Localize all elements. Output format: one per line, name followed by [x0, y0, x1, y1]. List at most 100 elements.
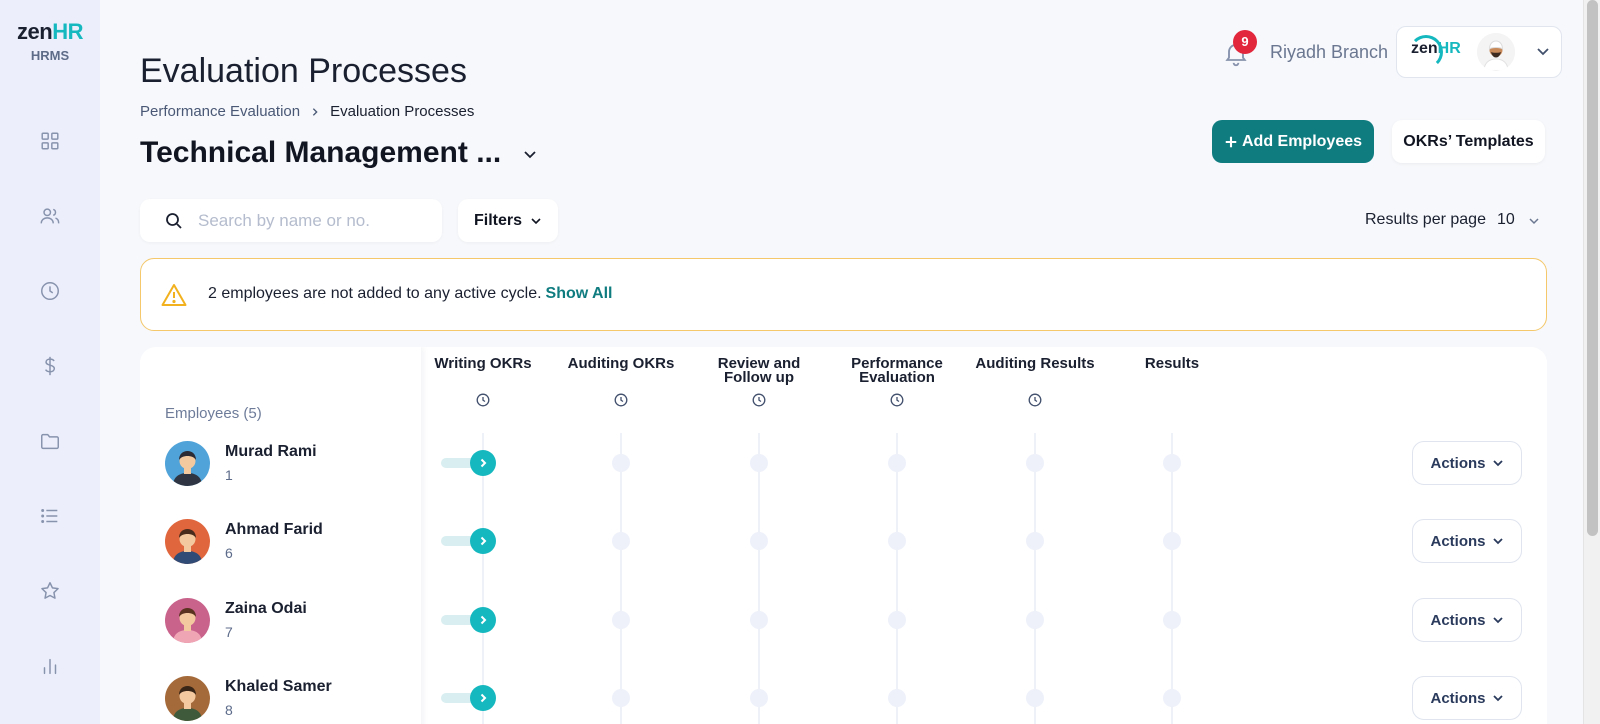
folder-icon[interactable] [38, 429, 62, 453]
employees-header: Employees (5) [165, 405, 262, 422]
stage-status-dot [612, 532, 630, 550]
stage-deadline-clock-icon[interactable] [614, 393, 628, 407]
actions-button[interactable]: Actions [1412, 598, 1522, 642]
stage-status-dot [1163, 611, 1181, 629]
stage-status-dot [612, 454, 630, 472]
breadcrumb-parent-link[interactable]: Performance Evaluation [140, 103, 300, 120]
stage-connector-line [1034, 433, 1036, 724]
employee-name[interactable]: Ahmad Farid [225, 521, 323, 539]
list-icon[interactable] [38, 504, 62, 528]
branch-selector[interactable]: Riyadh Branch [1270, 42, 1388, 63]
stage-status-dot [1163, 689, 1181, 707]
current-stage-arrow-icon[interactable] [470, 450, 496, 476]
actions-button[interactable]: Actions [1412, 441, 1522, 485]
stage-status-dot [750, 454, 768, 472]
add-employees-button[interactable]: Add Employees [1212, 120, 1374, 163]
stage-status-dot [888, 532, 906, 550]
actions-button[interactable]: Actions [1412, 676, 1522, 720]
chevron-down-icon [531, 217, 541, 224]
stage-status-dot [612, 689, 630, 707]
chevron-right-icon [310, 104, 320, 120]
chevron-down-icon [1492, 617, 1503, 624]
chevron-down-icon [1533, 41, 1553, 61]
employee-avatar [165, 519, 210, 564]
star-icon[interactable] [38, 579, 62, 603]
company-logo-main: zen [1411, 40, 1438, 57]
add-employees-label: Add Employees [1241, 132, 1363, 150]
profile-menu[interactable]: zenHR [1396, 26, 1562, 78]
stage-connector-line [620, 433, 622, 724]
stage-connector-line [896, 433, 898, 724]
employee-name[interactable]: Zaina Odai [225, 600, 307, 618]
stage-status-dot [1026, 532, 1044, 550]
show-all-link[interactable]: Show All [546, 285, 613, 302]
scrollbar-thumb[interactable] [1587, 0, 1598, 536]
employee-avatar [165, 676, 210, 721]
stage-status-dot [1026, 611, 1044, 629]
stage-header: Writing OKRs [418, 355, 548, 372]
employee-name[interactable]: Murad Rami [225, 443, 317, 461]
stage-status-dot [1026, 689, 1044, 707]
stage-header: Results [1107, 355, 1237, 372]
stage-status-dot [750, 532, 768, 550]
stage-deadline-clock-icon[interactable] [1028, 393, 1042, 407]
employee-row[interactable]: Murad Rami 1 [165, 441, 415, 489]
dollar-icon[interactable] [38, 354, 62, 378]
current-stage-arrow-icon[interactable] [470, 607, 496, 633]
employee-row[interactable]: Ahmad Farid 6 [165, 519, 415, 567]
page-title: Evaluation Processes [140, 52, 467, 90]
zenhr-logo[interactable]: zenHR HRMS [14, 19, 86, 64]
stage-status-dot [888, 611, 906, 629]
actions-label: Actions [1430, 532, 1486, 550]
results-per-page-label: Results per page [1365, 211, 1486, 228]
plus-icon [1225, 136, 1237, 147]
dashboard-icon[interactable] [38, 129, 62, 153]
stage-header-line: Auditing OKRs [567, 355, 675, 372]
evaluation-table: Employees (5) Murad Rami 1 Ahmad Farid 6 Zai… [140, 347, 1547, 724]
search-icon [164, 211, 184, 231]
process-chevron-down-icon[interactable] [520, 144, 540, 164]
users-icon[interactable] [38, 204, 62, 228]
stage-status-dot [750, 689, 768, 707]
bar-chart-icon[interactable] [38, 654, 62, 678]
chevron-down-icon [1492, 538, 1503, 545]
employee-avatar [165, 441, 210, 486]
chevron-down-icon [1492, 695, 1503, 702]
sidebar: zenHR HRMS [0, 0, 100, 724]
employee-row[interactable]: Zaina Odai 7 [165, 598, 415, 646]
stage-header-line: Results [1144, 355, 1200, 372]
search-input[interactable] [198, 199, 428, 242]
employee-number: 6 [225, 545, 233, 561]
employee-row[interactable]: Khaled Samer 8 [165, 676, 415, 724]
employee-number: 1 [225, 467, 233, 483]
employee-name[interactable]: Khaled Samer [225, 678, 332, 696]
filters-button[interactable]: Filters [458, 199, 558, 242]
stage-deadline-clock-icon[interactable] [752, 393, 766, 407]
stage-deadline-clock-icon[interactable] [890, 393, 904, 407]
logo-subtitle: HRMS [30, 48, 70, 63]
user-avatar [1477, 33, 1515, 71]
warning-icon [161, 283, 187, 307]
stage-status-dot [612, 611, 630, 629]
stage-status-dot [1163, 454, 1181, 472]
employee-number: 7 [225, 624, 233, 640]
stage-status-dot [888, 454, 906, 472]
stage-connector-line [482, 433, 484, 724]
stage-header-line: Evaluation [859, 369, 935, 386]
current-stage-arrow-icon[interactable] [470, 685, 496, 711]
clock-icon[interactable] [38, 279, 62, 303]
okrs-templates-button[interactable]: OKRs’ Templates [1392, 120, 1545, 163]
actions-button[interactable]: Actions [1412, 519, 1522, 563]
logo-main: zen [17, 19, 53, 44]
stage-header-line: Writing OKRs [434, 355, 532, 372]
page-scrollbar[interactable] [1583, 0, 1600, 724]
results-per-page-chevron-icon[interactable] [1526, 213, 1542, 229]
filters-label: Filters [473, 211, 522, 229]
stage-deadline-clock-icon[interactable] [476, 393, 490, 407]
stage-status-dot [888, 689, 906, 707]
results-per-page-select[interactable]: 10 [1497, 211, 1515, 229]
alert-message: 2 employees are not added to any active … [208, 285, 613, 303]
stage-status-dot [1163, 532, 1181, 550]
stage-connector-line [1171, 433, 1173, 724]
current-stage-arrow-icon[interactable] [470, 528, 496, 554]
